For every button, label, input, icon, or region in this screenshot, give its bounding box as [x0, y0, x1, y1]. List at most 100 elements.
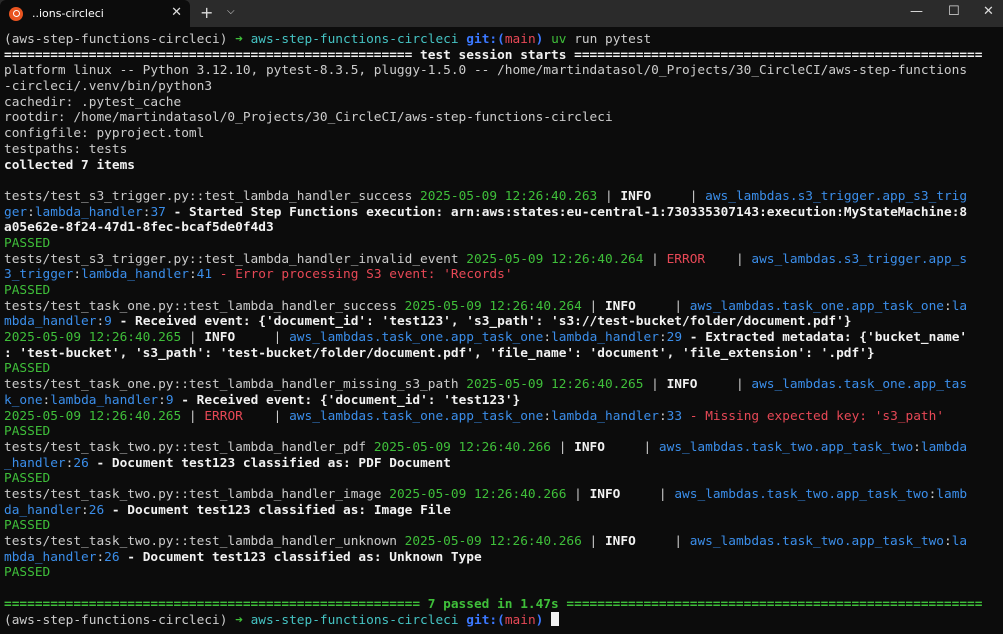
tab-close-icon[interactable]: ✕ [171, 5, 182, 20]
terminal-line: ========================================… [4, 597, 1003, 613]
terminal-text: : [73, 267, 81, 282]
terminal-text: collected 7 items [4, 158, 135, 173]
terminal-text: la [952, 299, 967, 314]
terminal-line: ger:lambda_handler:37 - Started Step Fun… [4, 205, 1003, 221]
terminal-text: main [505, 613, 536, 628]
terminal-text: : [158, 393, 166, 408]
terminal-text: | [551, 440, 574, 455]
terminal-text: : [27, 205, 35, 220]
terminal-text: aws_lambdas.task_two.app_task_two [690, 534, 944, 549]
terminal-text: | [728, 252, 751, 267]
terminal-text: ========================================… [4, 597, 982, 612]
terminal-text: tests/test_task_one.py::test_lambda_hand… [4, 377, 466, 392]
tab-dropdown-icon[interactable]: ⌵ [227, 6, 235, 17]
terminal-text: | [667, 299, 690, 314]
terminal-text: INFO [590, 487, 652, 502]
terminal-text: tests/test_task_two.py::test_lambda_hand… [4, 440, 374, 455]
terminal-text: INFO [605, 299, 667, 314]
terminal-line: PASSED [4, 424, 1003, 440]
terminal-text: ➜ [235, 613, 250, 628]
terminal-text: lambda_handler [551, 409, 659, 424]
terminal-output[interactable]: (aws-step-functions-circleci) ➜ aws-step… [0, 32, 1003, 628]
terminal-text: - Document test123 classified as: Image … [104, 503, 451, 518]
terminal-text: aws_lambdas.task_one.app_tas [751, 377, 967, 392]
terminal-text: 29 [667, 330, 682, 345]
terminal-line: rootdir: /home/martindatasol/0_Projects/… [4, 110, 1003, 126]
tab-terminal[interactable]: ..ions-circleci ✕ [0, 0, 190, 27]
terminal-text: 37 [150, 205, 165, 220]
terminal-text: | [651, 487, 674, 502]
terminal-text: ➜ [235, 32, 250, 47]
terminal-text: tests/test_s3_trigger.py::test_lambda_ha… [4, 252, 466, 267]
terminal-line: 2025-05-09 12:26:40.265 | INFO | aws_lam… [4, 330, 1003, 346]
terminal-line: platform linux -- Python 3.12.10, pytest… [4, 63, 1003, 79]
terminal-text: uv [543, 32, 566, 47]
terminal-text: 2025-05-09 12:26:40.265 [466, 377, 643, 392]
terminal-text: da_handler [4, 503, 81, 518]
terminal-text: ger [4, 205, 27, 220]
maximize-button[interactable]: ☐ [948, 4, 960, 19]
terminal-line: (aws-step-functions-circleci) ➜ aws-step… [4, 612, 1003, 628]
title-bar: ..ions-circleci ✕ + ⌵ — ☐ ✕ [0, 0, 1003, 27]
terminal-text: lamb [936, 487, 967, 502]
terminal-text: PASSED [4, 424, 50, 439]
terminal-text: lambda_handler [81, 267, 189, 282]
terminal-text: | [266, 409, 289, 424]
terminal-text: | [597, 189, 620, 204]
ubuntu-icon [9, 7, 23, 21]
terminal-text: testpaths: tests [4, 142, 127, 157]
terminal-line: tests/test_task_two.py::test_lambda_hand… [4, 440, 1003, 456]
terminal-text: tests/test_task_two.py::test_lambda_hand… [4, 534, 405, 549]
terminal-text: 2025-05-09 12:26:40.265 [4, 330, 181, 345]
terminal-line [4, 581, 1003, 597]
terminal-text: : [944, 534, 952, 549]
terminal-text: git:( [466, 613, 505, 628]
terminal-text: 33 [667, 409, 682, 424]
terminal-text: lambda_handler [35, 205, 143, 220]
terminal-text [543, 613, 551, 628]
terminal-text: aws-step-functions-circleci [251, 32, 467, 47]
terminal-text: INFO [605, 534, 667, 549]
terminal-text: | [643, 377, 666, 392]
terminal-text: INFO [574, 440, 636, 455]
terminal-text: 41 [197, 267, 212, 282]
close-window-button[interactable]: ✕ [983, 4, 994, 19]
terminal-text: tests/test_task_two.py::test_lambda_hand… [4, 487, 389, 502]
terminal-text: aws_lambdas.task_one.app_task_one [289, 330, 543, 345]
terminal-line: (aws-step-functions-circleci) ➜ aws-step… [4, 32, 1003, 48]
terminal-text: 2025-05-09 12:26:40.266 [389, 487, 566, 502]
terminal-text: PASSED [4, 471, 50, 486]
terminal-text: 26 [104, 550, 119, 565]
terminal-text: | [643, 252, 666, 267]
terminal-text: configfile: pyproject.toml [4, 126, 204, 141]
terminal-text: 2025-05-09 12:26:40.264 [405, 299, 582, 314]
terminal-line: PASSED [4, 471, 1003, 487]
terminal-line: cachedir: .pytest_cache [4, 95, 1003, 111]
terminal-text: cachedir: .pytest_cache [4, 95, 181, 110]
terminal-text: - Started Step Functions execution: arn:… [166, 205, 967, 220]
terminal-text: k_one [4, 393, 43, 408]
terminal-text: main [505, 32, 536, 47]
new-tab-button[interactable]: + [200, 3, 213, 22]
tab-title: ..ions-circleci [32, 7, 104, 20]
terminal-text: : [96, 550, 104, 565]
terminal-text: | [266, 330, 289, 345]
terminal-text: : [944, 299, 952, 314]
terminal-text: : [543, 330, 551, 345]
terminal-text: - Document test123 classified as: Unknow… [120, 550, 482, 565]
terminal-text: PASSED [4, 565, 50, 580]
terminal-text: | [636, 440, 659, 455]
terminal-text: rootdir: /home/martindatasol/0_Projects/… [4, 110, 613, 125]
terminal-text: PASSED [4, 283, 50, 298]
terminal-text: : 'test-bucket', 's3_path': 'test-bucket… [4, 346, 875, 361]
terminal-line: collected 7 items [4, 158, 1003, 174]
terminal-text: 2025-05-09 12:26:40.264 [466, 252, 643, 267]
terminal-text: (aws-step-functions-circleci) [4, 613, 235, 628]
terminal-line: 2025-05-09 12:26:40.265 | ERROR | aws_la… [4, 409, 1003, 425]
terminal-line: mbda_handler:9 - Received event: {'docum… [4, 314, 1003, 330]
terminal-line: tests/test_s3_trigger.py::test_lambda_ha… [4, 189, 1003, 205]
minimize-button[interactable]: — [910, 4, 923, 19]
terminal-text: PASSED [4, 361, 50, 376]
terminal-line: tests/test_task_one.py::test_lambda_hand… [4, 299, 1003, 315]
terminal-line: ========================================… [4, 48, 1003, 64]
